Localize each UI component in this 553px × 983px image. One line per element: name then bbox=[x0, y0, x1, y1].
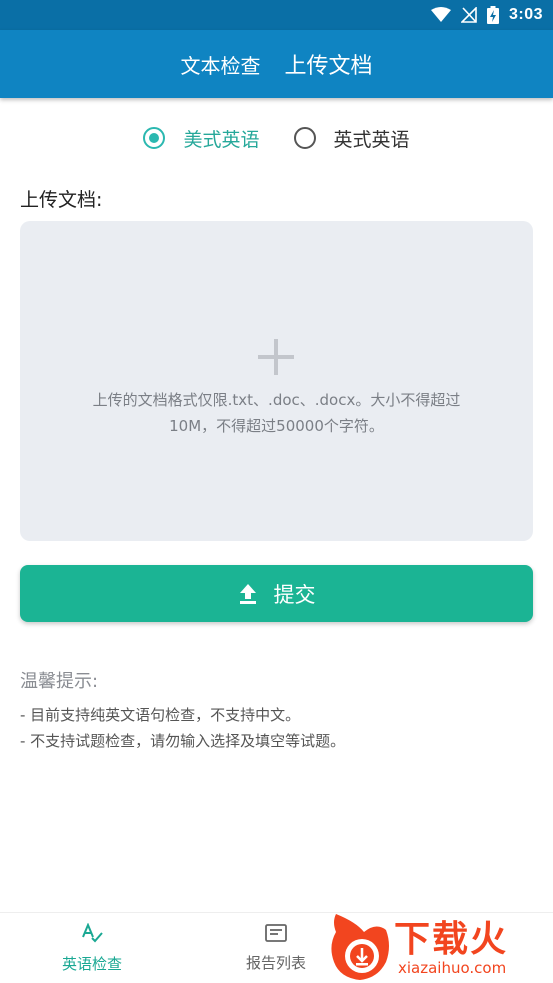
nav-english-check[interactable]: 英语检查 bbox=[0, 913, 184, 983]
upload-icon bbox=[238, 583, 258, 605]
status-time: 3:03 bbox=[508, 6, 543, 23]
battery-charging-icon bbox=[486, 6, 499, 24]
watermark-logo: 下载火 xiazaihuo.com bbox=[328, 912, 553, 983]
tips-title: 温馨提示: bbox=[20, 671, 99, 692]
tab-upload-document[interactable]: 上传文档 bbox=[284, 48, 372, 80]
upload-dropzone[interactable]: 上传的文档格式仅限.txt、.doc、.docx。大小不得超过 10M，不得超过… bbox=[20, 221, 533, 541]
radio-american-english[interactable]: 美式英语 bbox=[143, 125, 260, 152]
upload-section-label: 上传文档: bbox=[20, 189, 103, 211]
tip-item: - 不支持试题检查，请勿输入选择及填空等试题。 bbox=[20, 732, 346, 750]
radio-label: 美式英语 bbox=[183, 128, 260, 151]
radio-checked-icon bbox=[143, 127, 166, 149]
plus-icon bbox=[258, 339, 294, 375]
tab-text-check[interactable]: 文本检查 bbox=[180, 50, 260, 79]
submit-button[interactable]: 提交 bbox=[20, 565, 533, 622]
flame-logo-icon bbox=[328, 912, 394, 983]
submit-label: 提交 bbox=[273, 582, 316, 607]
language-selector: 美式英语 英式英语 bbox=[0, 120, 553, 156]
radio-british-english[interactable]: 英式英语 bbox=[293, 125, 410, 152]
radio-label: 英式英语 bbox=[333, 128, 410, 151]
watermark-en: xiazaihuo.com bbox=[398, 959, 507, 977]
watermark-cn: 下载火 bbox=[394, 919, 509, 960]
spell-check-icon bbox=[81, 922, 103, 947]
app-bar: 文本检查 上传文档 bbox=[0, 30, 553, 98]
nav-label: 英语检查 bbox=[61, 955, 122, 973]
radio-unchecked-icon bbox=[293, 127, 316, 149]
status-bar: 3:03 bbox=[0, 0, 553, 30]
upload-hint-line: 10M，不得超过50000个字符。 bbox=[169, 417, 384, 435]
nav-label: 报告列表 bbox=[245, 954, 306, 972]
report-list-icon bbox=[265, 924, 287, 946]
upload-hint: 上传的文档格式仅限.txt、.doc、.docx。大小不得超过 10M，不得超过… bbox=[60, 387, 493, 439]
upload-hint-line: 上传的文档格式仅限.txt、.doc、.docx。大小不得超过 bbox=[92, 391, 461, 409]
watermark-text: 下载火 xiazaihuo.com bbox=[394, 919, 509, 977]
wifi-icon bbox=[430, 7, 451, 23]
no-signal-icon bbox=[460, 7, 477, 23]
tip-item: - 目前支持纯英文语句检查，不支持中文。 bbox=[20, 706, 301, 724]
